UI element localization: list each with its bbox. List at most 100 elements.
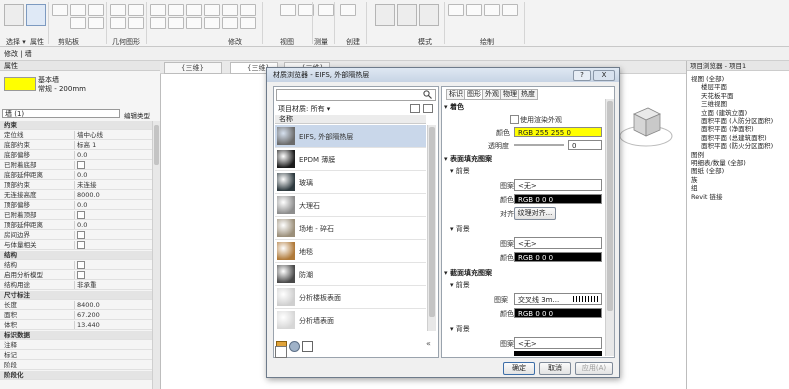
rect-icon[interactable] (484, 4, 500, 16)
align-icon[interactable] (150, 4, 166, 16)
edit-profile-icon[interactable] (375, 4, 395, 26)
paint-icon[interactable] (110, 17, 126, 29)
browser-item[interactable]: 面积平面 (防火分区面积) (701, 140, 773, 150)
edit-type-button[interactable]: 编辑类型 (124, 110, 150, 120)
cut-fg-color[interactable]: RGB 0 0 0 (514, 308, 602, 318)
line-icon[interactable] (466, 4, 482, 16)
property-value[interactable]: 未连接 (74, 181, 151, 189)
cancel-button[interactable]: 取消 (539, 362, 571, 375)
open-library-icon[interactable] (302, 341, 313, 352)
surface-fg-color[interactable]: RGB 0 0 0 (514, 194, 602, 204)
sketch-icon[interactable] (448, 4, 464, 16)
split-face-icon[interactable] (128, 4, 144, 16)
rotate-icon[interactable] (240, 4, 256, 16)
property-value[interactable]: 0.0 (74, 221, 151, 229)
property-value[interactable]: 0.0 (74, 151, 151, 159)
surface-fg-pattern[interactable]: <无> (514, 179, 602, 191)
array-icon[interactable] (186, 17, 202, 29)
material-row[interactable]: 场地 - 碎石 (275, 217, 426, 240)
property-value[interactable]: 13.440 (74, 321, 151, 329)
property-checkbox[interactable] (77, 161, 85, 169)
modify-tool-icon[interactable] (4, 4, 24, 26)
copy2-icon[interactable] (222, 4, 238, 16)
property-checkbox[interactable] (77, 241, 85, 249)
collapse-icon[interactable]: « (426, 339, 431, 348)
match-icon[interactable] (88, 17, 104, 29)
property-value[interactable] (74, 231, 151, 239)
material-row[interactable]: 大理石 (275, 194, 426, 217)
panel-select[interactable]: 选择 ▾ (6, 37, 26, 47)
property-value[interactable] (74, 241, 151, 249)
property-value[interactable]: 墙中心线 (74, 131, 151, 139)
split-icon[interactable] (168, 17, 184, 29)
tab-graphics[interactable]: 图形 (464, 89, 484, 100)
tab-identity[interactable]: 标识 (446, 89, 466, 100)
copy-icon[interactable] (70, 17, 86, 29)
name-column-header[interactable]: 名称 (275, 115, 426, 124)
toggle-library-icon[interactable] (275, 346, 287, 358)
property-value[interactable]: 8400.0 (74, 301, 151, 309)
texture-align-button[interactable]: 纹理对齐... (514, 207, 556, 220)
property-value[interactable]: 0.0 (74, 201, 151, 209)
cut-bg-pattern[interactable]: <无> (514, 337, 602, 349)
circle-icon[interactable] (502, 4, 518, 16)
close-button[interactable]: X (593, 70, 615, 81)
tab-appearance[interactable]: 外观 (482, 89, 502, 100)
property-value[interactable] (74, 271, 151, 279)
editor-scrollbar[interactable] (605, 99, 614, 356)
color-field[interactable]: RGB 255 255 0 (514, 127, 602, 137)
property-checkbox[interactable] (77, 261, 85, 269)
mirror-icon[interactable] (186, 4, 202, 16)
demolish-icon[interactable] (128, 17, 144, 29)
cut-bg-color[interactable] (514, 351, 602, 356)
detach-icon[interactable] (419, 4, 439, 26)
offset-icon[interactable] (168, 4, 184, 16)
surface-section[interactable]: ▾ 表面填充图案 (444, 155, 604, 164)
scale-icon[interactable] (204, 17, 220, 29)
trim-icon[interactable] (150, 17, 166, 29)
surface-bg-color[interactable]: RGB 0 0 0 (514, 252, 602, 262)
delete-icon[interactable] (240, 17, 256, 29)
material-row[interactable]: 分析墙表面 (275, 309, 426, 331)
tab-thermal[interactable]: 热度 (518, 89, 538, 100)
cut-fg-pattern[interactable]: 交叉线 3m... (514, 293, 602, 305)
transparency-slider[interactable] (514, 144, 564, 146)
cut-fg-section[interactable]: ▾ 前景 (450, 281, 610, 290)
material-row[interactable]: 分析楼板表面 (275, 286, 426, 309)
pin-icon[interactable] (222, 17, 238, 29)
property-checkbox[interactable] (77, 271, 85, 279)
measure-icon[interactable] (318, 4, 334, 16)
apply-button[interactable]: 应用(A) (575, 362, 613, 375)
tab-view-1[interactable]: {三维} (164, 62, 222, 74)
instance-select[interactable]: 墙 (1) (2, 109, 120, 118)
material-row[interactable]: EIFS, 外部隔热层 (275, 125, 426, 148)
filter-dropdown[interactable]: 项目材质: 所有 ▾ (278, 104, 330, 114)
properties-scrollbar[interactable] (152, 121, 160, 389)
property-value[interactable]: 8000.0 (74, 191, 151, 199)
cope-icon[interactable] (110, 4, 126, 16)
view-toggle-icon[interactable] (410, 104, 420, 113)
shading-section[interactable]: ▾ 着色 (444, 103, 604, 112)
surface-fg-section[interactable]: ▾ 前景 (450, 167, 610, 176)
view-icon[interactable] (280, 4, 296, 16)
browser-item[interactable]: Revit 链接 (691, 191, 723, 201)
surface-bg-section[interactable]: ▾ 背景 (450, 225, 610, 234)
search-input[interactable] (276, 89, 436, 101)
material-row[interactable]: 防潮 (275, 263, 426, 286)
material-list-scrollbar[interactable] (427, 125, 436, 331)
cut-bg-section[interactable]: ▾ 背景 (450, 325, 610, 334)
property-value[interactable]: 标高 1 (74, 141, 151, 149)
paste-icon[interactable] (52, 4, 68, 16)
viewcube-icon[interactable] (616, 96, 676, 156)
move-icon[interactable] (204, 4, 220, 16)
list-options-icon[interactable] (423, 104, 433, 113)
attach-icon[interactable] (397, 4, 417, 26)
create-icon[interactable] (340, 4, 356, 16)
ok-button[interactable]: 确定 (503, 362, 535, 375)
properties-icon[interactable] (26, 4, 46, 26)
property-value[interactable] (74, 261, 151, 269)
material-row[interactable]: EPDM 薄膜 (275, 148, 426, 171)
help-button[interactable]: ? (573, 70, 591, 81)
material-row[interactable]: 玻璃 (275, 171, 426, 194)
property-value[interactable] (74, 211, 151, 219)
